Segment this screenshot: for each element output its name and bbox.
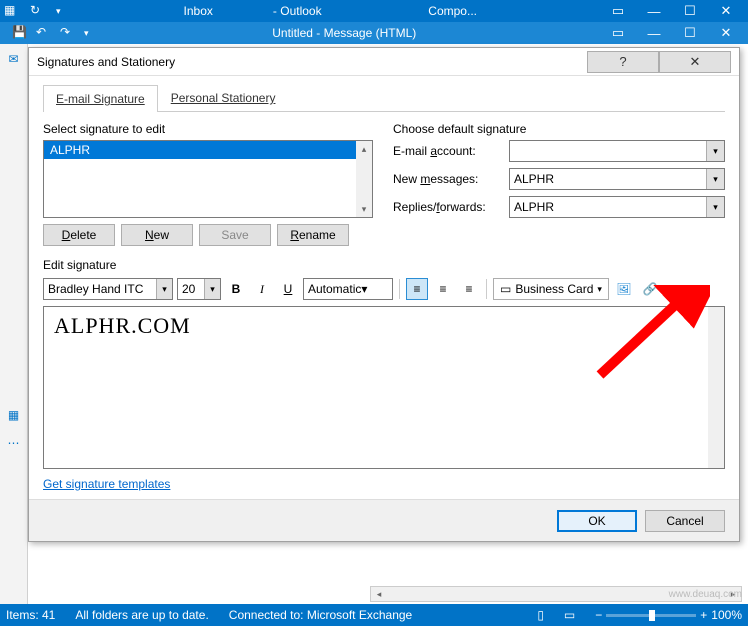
sync-icon[interactable]: ↻ (30, 3, 46, 19)
outlook-titlebar: ▦ ↻ ▾ Inbox - Outlook Compo... ▭ — ☐ ✕ (0, 0, 748, 22)
ok-button[interactable]: OK (557, 510, 637, 532)
email-account-label: E-mail account: (393, 144, 503, 158)
get-templates-link[interactable]: Get signature templates (43, 477, 725, 491)
scroll-left-icon[interactable]: ◂ (371, 587, 387, 601)
secondary-window-label: Compo... (428, 4, 477, 18)
navigation-rail: ✉ ▦ ⋯ (0, 44, 28, 604)
cancel-button[interactable]: Cancel (645, 510, 725, 532)
zoom-slider[interactable] (606, 614, 696, 617)
chevron-down-icon[interactable]: ▾ (706, 141, 724, 161)
zoom-value: 100% (711, 608, 742, 622)
mail-icon[interactable]: ✉ (4, 52, 24, 72)
chevron-down-icon[interactable]: ▾ (706, 197, 724, 217)
bold-button[interactable]: B (225, 278, 247, 300)
chevron-down-icon[interactable]: ▾ (597, 284, 602, 295)
close-button[interactable]: ✕ (708, 22, 744, 44)
italic-button[interactable]: I (251, 278, 273, 300)
new-messages-label: New messages: (393, 172, 503, 186)
maximize-button[interactable]: ☐ (672, 0, 708, 22)
edit-signature-label: Edit signature (43, 258, 725, 272)
save-icon[interactable]: 💾 (12, 25, 28, 41)
status-items: Items: 41 (6, 608, 55, 622)
view-reading-icon[interactable]: ▭ (564, 608, 575, 622)
dialog-title: Signatures and Stationery (37, 55, 587, 69)
align-center-button[interactable]: ≡ (432, 278, 454, 300)
tab-email-signature[interactable]: E-mail Signature (43, 85, 158, 112)
folder-name: Inbox (184, 4, 213, 18)
more-icon[interactable]: ⋯ (4, 436, 24, 456)
status-sync: All folders are up to date. (75, 608, 208, 622)
minimize-button[interactable]: — (636, 22, 672, 44)
undo-icon[interactable]: ↶ (36, 25, 52, 41)
align-left-button[interactable]: ≡ (406, 278, 428, 300)
tab-personal-stationery[interactable]: Personal Stationery (158, 84, 289, 111)
align-right-button[interactable]: ≡ (458, 278, 480, 300)
font-family-combo[interactable]: Bradley Hand ITC▾ (43, 278, 173, 300)
zoom-control[interactable]: − + 100% (595, 608, 742, 622)
insert-hyperlink-button[interactable]: 🔗 (639, 278, 661, 300)
new-messages-combo[interactable]: ALPHR ▾ (509, 168, 725, 190)
replies-forwards-combo[interactable]: ALPHR ▾ (509, 196, 725, 218)
minimize-button[interactable]: — (636, 0, 672, 22)
email-account-combo[interactable]: ▾ (509, 140, 725, 162)
chevron-down-icon[interactable]: ▾ (706, 169, 724, 189)
business-card-button[interactable]: ▭ Business Card ▾ (493, 278, 609, 300)
close-button[interactable]: ✕ (708, 0, 744, 22)
status-connection: Connected to: Microsoft Exchange (229, 608, 412, 622)
zoom-in-button[interactable]: + (700, 608, 707, 622)
calendar-icon[interactable]: ▦ (4, 408, 24, 428)
app-menu-icon[interactable]: ▦ (4, 3, 20, 19)
message-title: Untitled - Message (HTML) (89, 26, 600, 40)
tab-bar: E-mail Signature Personal Stationery (43, 84, 725, 112)
scrollbar[interactable] (708, 307, 724, 468)
card-icon: ▭ (500, 282, 511, 296)
signature-item[interactable]: ALPHR (44, 141, 372, 159)
chevron-down-icon[interactable]: ▾ (204, 279, 220, 299)
ribbon-options-icon[interactable]: ▭ (600, 0, 636, 22)
signature-text[interactable]: ALPHR.COM (54, 313, 714, 339)
zoom-out-button[interactable]: − (595, 608, 602, 622)
app-name: - Outlook (273, 4, 322, 18)
scrollbar[interactable]: ▴▾ (356, 141, 372, 217)
default-signature-label: Choose default signature (393, 122, 725, 136)
save-button[interactable]: Save (199, 224, 271, 246)
signature-list[interactable]: ALPHR ▴▾ (43, 140, 373, 218)
close-button[interactable]: ✕ (659, 51, 731, 73)
delete-button[interactable]: Delete (43, 224, 115, 246)
font-size-combo[interactable]: 20▾ (177, 278, 221, 300)
replies-forwards-label: Replies/forwards: (393, 200, 503, 214)
status-bar: Items: 41 All folders are up to date. Co… (0, 604, 748, 626)
select-signature-label: Select signature to edit (43, 122, 373, 136)
help-button[interactable]: ? (587, 51, 659, 73)
new-button[interactable]: New (121, 224, 193, 246)
font-color-combo[interactable]: Automatic▾ (303, 278, 393, 300)
signature-editor[interactable]: ALPHR.COM (43, 306, 725, 469)
view-normal-icon[interactable]: ▯ (537, 608, 544, 622)
underline-button[interactable]: U (277, 278, 299, 300)
rename-button[interactable]: Rename (277, 224, 349, 246)
chevron-down-icon[interactable]: ▾ (156, 279, 172, 299)
ribbon-options-icon[interactable]: ▭ (600, 22, 636, 44)
insert-picture-button[interactable]: 🖼 (613, 278, 635, 300)
editor-toolbar: Bradley Hand ITC▾ 20▾ B I U Automatic▾ ≡… (43, 276, 725, 302)
maximize-button[interactable]: ☐ (672, 22, 708, 44)
watermark: www.deuaq.com (669, 589, 742, 600)
signatures-dialog: Signatures and Stationery ? ✕ E-mail Sig… (28, 47, 740, 542)
redo-icon[interactable]: ↷ (60, 25, 76, 41)
message-titlebar: 💾 ↶ ↷ ▾ Untitled - Message (HTML) ▭ — ☐ … (0, 22, 748, 44)
chevron-down-icon[interactable]: ▾ (361, 282, 367, 296)
